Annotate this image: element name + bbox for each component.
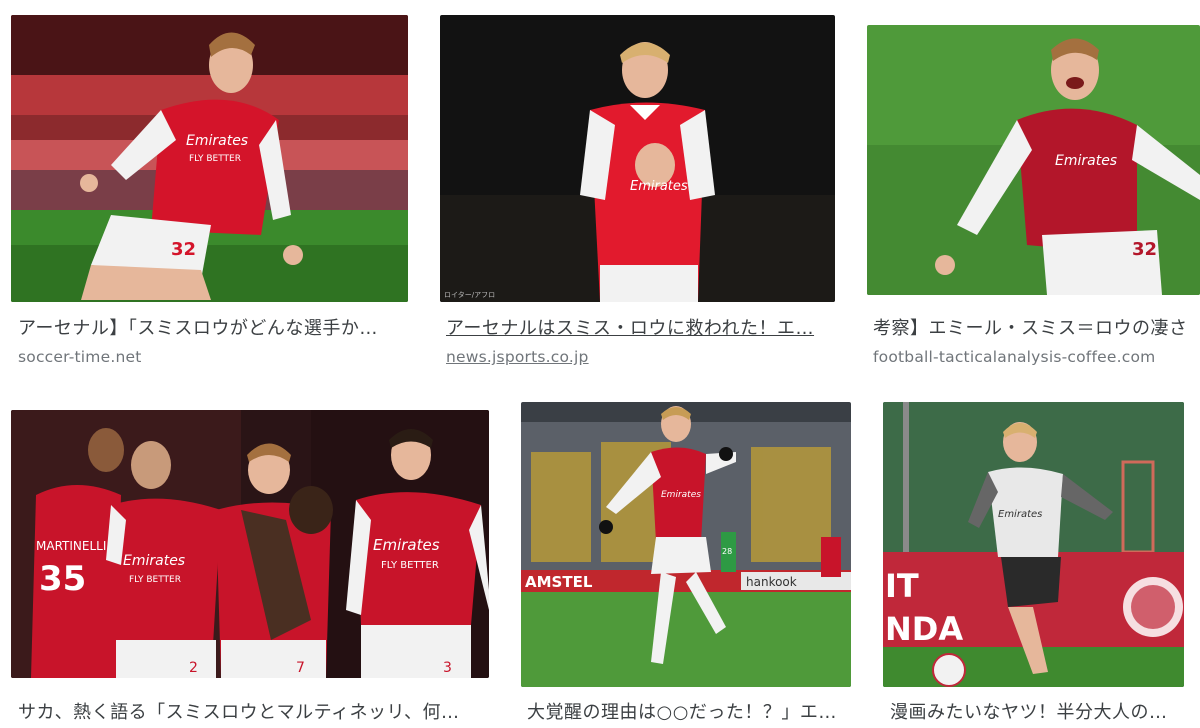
jersey-sponsor-text: Emirates — [1055, 153, 1117, 169]
jersey-tagline-text: FLY BETTER — [381, 560, 439, 571]
result-source[interactable]: news.jsports.co.jp — [446, 347, 589, 367]
ad-board-text: hankook — [746, 575, 797, 589]
jersey-number-text: 32 — [1132, 239, 1157, 260]
photo-group-celebration: MARTINELLI 35 Emirates FLY BETTER 2 7 Em… — [11, 410, 489, 678]
result-thumbnail[interactable]: Emirates 32 — [867, 25, 1200, 295]
image-result-card[interactable]: Emirates FLY BETTER 32 アーセナル】「スミスロウがどんな選… — [0, 0, 420, 380]
result-title[interactable]: 大覚醒の理由は○○だった！？」エ… — [527, 701, 852, 725]
result-thumbnail[interactable]: IT NDA Emirates — [883, 402, 1184, 687]
photo-knee-slide: Emirates FLY BETTER 32 — [11, 15, 408, 302]
result-title[interactable]: アーセナル】「スミスロウがどんな選手か… — [18, 317, 408, 341]
image-result-card[interactable]: Emirates 32 考察】エミール・スミス＝ロウの凄さ football-t… — [858, 0, 1200, 380]
jersey-sponsor-text: Emirates — [630, 179, 688, 194]
player-number: 28 — [722, 547, 732, 556]
image-result-card[interactable]: IT NDA Emirates 漫画みたいなヤツ！半分大人の… — [870, 395, 1200, 728]
result-source[interactable]: football-tacticalanalysis-coffee.com — [873, 347, 1155, 367]
jersey-sponsor-text: Emirates — [123, 553, 185, 569]
result-source[interactable]: soccer-time.net — [18, 347, 142, 367]
photo-training: IT NDA Emirates — [883, 402, 1184, 687]
result-title[interactable]: 考察】エミール・スミス＝ロウの凄さ — [873, 317, 1200, 341]
result-title[interactable]: 漫画みたいなヤツ！半分大人の… — [890, 701, 1190, 725]
jersey-sponsor-text: Emirates — [661, 490, 701, 500]
result-thumbnail[interactable]: AMSTEL hankook Emirates 28 — [521, 402, 851, 687]
jersey-number-text: 35 — [39, 559, 86, 599]
shorts-number: 2 — [189, 660, 198, 676]
image-result-card[interactable]: Emirates ロイター/アフロ アーセナルはスミス・ロウに救われた！エ… n… — [430, 0, 850, 380]
jersey-tagline-text: FLY BETTER — [129, 575, 181, 585]
photo-running-stadium: AMSTEL hankook Emirates 28 — [521, 402, 851, 687]
result-title[interactable]: サカ、熱く語る「スミスロウとマルティネッリ、何… — [18, 701, 488, 725]
ad-board-text: AMSTEL — [525, 573, 593, 591]
shorts-number: 7 — [296, 660, 305, 676]
jersey-sponsor-text: Emirates — [186, 133, 248, 149]
photo-applauding: Emirates ロイター/アフロ — [440, 15, 835, 302]
result-thumbnail[interactable]: MARTINELLI 35 Emirates FLY BETTER 2 7 Em… — [11, 410, 489, 678]
image-result-card[interactable]: MARTINELLI 35 Emirates FLY BETTER 2 7 Em… — [0, 395, 500, 728]
bib-sponsor-text: Emirates — [998, 509, 1042, 520]
result-thumbnail[interactable]: Emirates FLY BETTER 32 — [11, 15, 408, 302]
image-result-card[interactable]: AMSTEL hankook Emirates 28 大覚醒の理由は○○だった！… — [510, 395, 860, 728]
ad-board-text: IT — [885, 567, 919, 605]
jersey-tagline-text: FLY BETTER — [189, 154, 241, 164]
result-thumbnail[interactable]: Emirates ロイター/アフロ — [440, 15, 835, 302]
jersey-name-text: MARTINELLI — [36, 539, 106, 553]
shorts-number: 3 — [443, 660, 452, 676]
result-title[interactable]: アーセナルはスミス・ロウに救われた！エ… — [446, 317, 836, 341]
jersey-sponsor-text: Emirates — [373, 536, 440, 554]
ad-board-text: NDA — [885, 610, 963, 648]
photo-running-celebration: Emirates 32 — [867, 25, 1200, 295]
jersey-number-text: 32 — [171, 239, 196, 260]
photo-credit: ロイター/アフロ — [444, 290, 495, 299]
